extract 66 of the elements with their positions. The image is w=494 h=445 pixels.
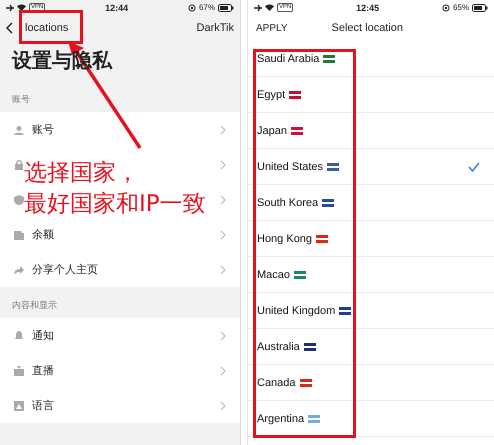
airplane-icon bbox=[6, 4, 14, 12]
country-row[interactable]: Egypt bbox=[248, 77, 494, 113]
settings-item[interactable]: 直播 bbox=[32, 363, 54, 378]
annotation-text: 选择国家， bbox=[24, 159, 140, 188]
country-row[interactable]: United Kingdom bbox=[248, 293, 494, 329]
flag-icon bbox=[327, 162, 340, 170]
shield-icon bbox=[14, 194, 24, 204]
bell-icon bbox=[14, 330, 24, 340]
settings-item[interactable]: 语言 bbox=[32, 398, 54, 413]
flag-icon bbox=[339, 306, 352, 314]
country-row[interactable]: Saudi Arabia bbox=[248, 41, 494, 77]
tv-icon bbox=[14, 366, 24, 376]
battery-percent: 65% bbox=[452, 3, 469, 12]
section-header: 内容和显示 bbox=[11, 299, 58, 312]
airplane-icon bbox=[254, 4, 262, 12]
flag-icon bbox=[316, 234, 328, 242]
flag-icon bbox=[322, 198, 334, 206]
chevron-icon bbox=[220, 264, 226, 274]
lock-icon bbox=[14, 160, 24, 170]
battery-icon bbox=[472, 4, 488, 12]
flag-icon bbox=[300, 378, 312, 386]
screen-title: Select location bbox=[332, 22, 404, 34]
battery-percent: 67% bbox=[198, 3, 215, 12]
back-chevron-icon bbox=[6, 22, 13, 34]
apply-button[interactable]: APPLY bbox=[256, 22, 288, 34]
country-row[interactable]: Australia bbox=[248, 329, 494, 365]
chevron-icon bbox=[220, 230, 226, 240]
flag-icon bbox=[290, 126, 303, 134]
chevron-icon bbox=[220, 160, 226, 170]
annotation-text: 最好国家和IP一致 bbox=[24, 190, 206, 219]
country-row[interactable]: Canada bbox=[248, 365, 494, 401]
flag-icon bbox=[323, 54, 336, 62]
person-icon bbox=[14, 124, 24, 134]
country-row[interactable]: Japan bbox=[248, 113, 494, 149]
rotation-lock-icon bbox=[442, 4, 450, 12]
wallet-icon bbox=[14, 230, 24, 240]
chevron-icon bbox=[220, 330, 226, 340]
flag-icon bbox=[294, 270, 306, 278]
settings-item[interactable]: 通知 bbox=[32, 328, 54, 343]
country-row[interactable]: South Korea bbox=[248, 185, 494, 221]
back-link[interactable]: locations bbox=[6, 22, 68, 34]
account-name: DarkTik bbox=[196, 22, 234, 34]
highlight-frame bbox=[19, 10, 83, 44]
image-icon bbox=[14, 400, 24, 410]
settings-item[interactable]: 分享个人主页 bbox=[32, 262, 98, 277]
wifi-icon bbox=[17, 4, 26, 11]
country-row[interactable]: United States bbox=[248, 149, 494, 185]
settings-item[interactable]: 账号 bbox=[32, 122, 54, 137]
chevron-icon bbox=[220, 124, 226, 134]
section-header: 账号 bbox=[11, 93, 31, 106]
country-row[interactable]: Hong Kong bbox=[248, 221, 494, 257]
status-time: 12:45 bbox=[356, 2, 380, 12]
chevron-icon bbox=[220, 194, 226, 204]
chevron-icon bbox=[220, 366, 226, 376]
settings-item[interactable]: 余额 bbox=[32, 227, 54, 242]
rotation-lock-icon bbox=[188, 4, 196, 12]
battery-icon bbox=[218, 4, 234, 12]
flag-icon bbox=[304, 342, 316, 350]
country-row[interactable]: Macao bbox=[248, 257, 494, 293]
chevron-icon bbox=[220, 400, 226, 410]
flag-icon bbox=[289, 90, 302, 98]
country-row[interactable]: Argentina bbox=[248, 401, 494, 437]
status-time: 12:44 bbox=[105, 2, 128, 12]
flag-icon bbox=[308, 414, 320, 422]
wifi-icon bbox=[265, 4, 274, 11]
share-icon bbox=[14, 264, 24, 274]
